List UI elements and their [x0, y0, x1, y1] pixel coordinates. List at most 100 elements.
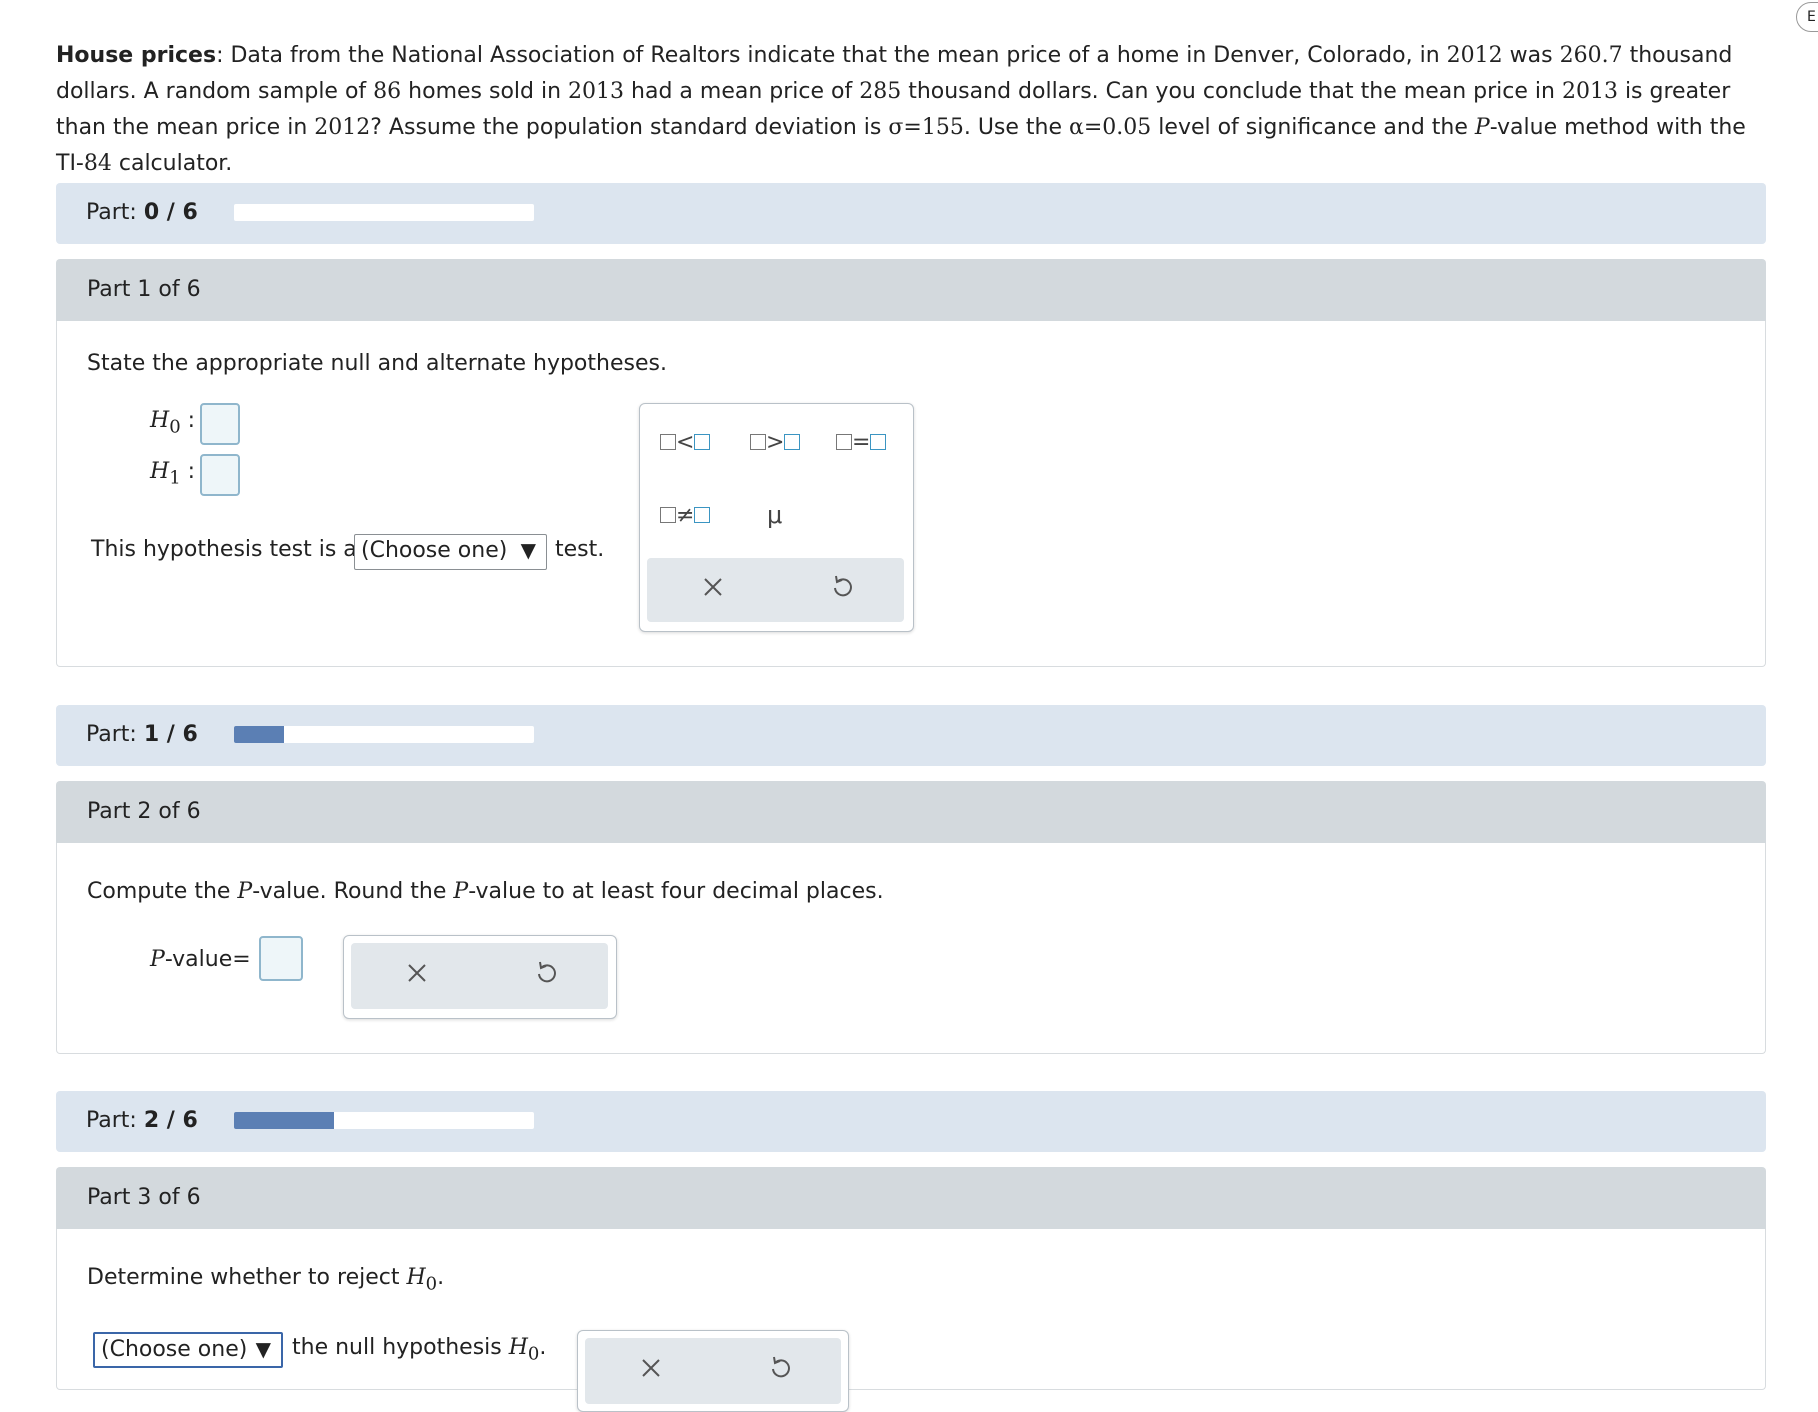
prompt-text: Determine whether to reject [87, 1265, 407, 1290]
prompt-text: -value. Round the [252, 879, 454, 904]
undo-icon[interactable] [822, 570, 862, 610]
palette-toolbar [351, 943, 608, 1009]
p-value-label-text: -value [164, 947, 233, 972]
h-var: H [508, 1335, 528, 1360]
h1-answer-box[interactable] [200, 454, 240, 496]
less-than-button[interactable]: < [660, 430, 711, 455]
progress-track [234, 726, 534, 743]
part-prompt: Determine whether to reject H0. [87, 1265, 444, 1294]
mu-button[interactable]: μ [767, 501, 782, 529]
answer-toolbar [577, 1330, 849, 1412]
greater-than-button[interactable]: > [750, 430, 801, 455]
h0-answer-box[interactable] [200, 403, 240, 445]
problem-value: 86 [373, 79, 402, 104]
not-equal-button[interactable]: ≠ [660, 503, 711, 528]
h-sub: 0 [527, 1343, 540, 1365]
part-header-title: Part 3 of 6 [87, 1185, 201, 1210]
problem-value: 260.7 [1559, 43, 1623, 68]
part-header: Part 3 of 6 [56, 1167, 1766, 1229]
prompt-text: Compute the [87, 879, 238, 904]
problem-year: 2012 [1446, 43, 1503, 68]
progress-label-text: Part: [86, 1108, 137, 1133]
test-prefix: This hypothesis test is a [91, 537, 357, 562]
after-select-text: the null hypothesis [292, 1335, 509, 1360]
reject-decision-select[interactable]: (Choose one) ▼ [93, 1332, 283, 1368]
greater-than-symbol: > [766, 430, 785, 455]
h1-var: H [150, 459, 170, 484]
prompt-end: . [437, 1265, 445, 1290]
symbol-palette: < > = ≠ μ [639, 403, 914, 632]
progress-fill [234, 1112, 334, 1129]
p-var: P [237, 879, 253, 904]
problem-title: House prices [56, 43, 217, 68]
part-header: Part 1 of 6 [56, 259, 1766, 321]
problem-value: 84 [83, 151, 112, 176]
after-end: . [539, 1335, 547, 1360]
equals-button[interactable]: = [836, 430, 887, 455]
progress-track [234, 1112, 534, 1129]
problem-text: homes sold in [401, 79, 569, 104]
part-body: Compute the P-value. Round the P-value t… [56, 843, 1766, 1054]
undo-icon[interactable] [760, 1351, 800, 1391]
less-than-symbol: < [676, 430, 695, 455]
not-equal-symbol: ≠ [676, 503, 695, 528]
part-body: State the appropriate null and alternate… [56, 321, 1766, 667]
problem-value: σ=155 [888, 115, 964, 140]
progress-value: 1 / 6 [143, 722, 198, 747]
test-suffix: test. [555, 537, 605, 562]
equals-symbol: = [852, 430, 871, 455]
progress-label: Part: 1 / 6 [86, 722, 198, 747]
equals-sign: = [232, 947, 251, 972]
prompt-text: -value to at least four decimal places. [468, 879, 884, 904]
progress-bar: Part: 0 / 6 [56, 183, 1766, 244]
close-icon[interactable] [693, 570, 733, 610]
p-value-answer-box[interactable] [259, 936, 303, 981]
reject-decision-select-value: (Choose one) [101, 1337, 248, 1362]
test-type-select[interactable]: (Choose one) ▼ [354, 534, 547, 570]
progress-track [234, 204, 534, 221]
problem-year: 2013 [568, 79, 625, 104]
h-var: H [406, 1265, 426, 1290]
problem-text: had a mean price of [624, 79, 860, 104]
undo-icon[interactable] [526, 956, 566, 996]
problem-statement: House prices: Data from the National Ass… [56, 38, 1766, 182]
progress-bar: Part: 1 / 6 [56, 705, 1766, 766]
progress-value: 2 / 6 [143, 1108, 198, 1133]
problem-text: thousand dollars. Can you conclude that … [901, 79, 1562, 104]
progress-value: 0 / 6 [143, 200, 198, 225]
progress-fill [234, 726, 284, 743]
h-sub: 0 [425, 1273, 438, 1295]
problem-year: 2013 [1561, 79, 1618, 104]
edge-button[interactable]: E [1796, 2, 1818, 32]
close-icon[interactable] [631, 1351, 671, 1391]
part-header-title: Part 2 of 6 [87, 799, 201, 824]
p-var: P [150, 947, 165, 972]
progress-label-text: Part: [86, 200, 137, 225]
part-prompt: State the appropriate null and alternate… [87, 351, 667, 376]
palette-toolbar [585, 1338, 841, 1404]
problem-text: calculator. [111, 151, 233, 176]
null-hypothesis-text: the null hypothesis H0. [292, 1335, 546, 1364]
problem-text: . Use the [963, 115, 1070, 140]
part-prompt: Compute the P-value. Round the P-value t… [87, 879, 884, 904]
part-header-title: Part 1 of 6 [87, 277, 201, 302]
problem-text: level of significance and the [1151, 115, 1475, 140]
h1-sub: 1 [169, 467, 181, 489]
h1-label: H1 : [150, 459, 196, 489]
problem-value: 285 [859, 79, 902, 104]
test-type-select-value: (Choose one) [361, 538, 508, 563]
part-header: Part 2 of 6 [56, 781, 1766, 843]
progress-label-text: Part: [86, 722, 137, 747]
part-body: Determine whether to reject H0. (Choose … [56, 1229, 1766, 1412]
answer-toolbar [343, 935, 617, 1019]
problem-text: ? Assume the population standard deviati… [370, 115, 889, 140]
problem-year: 2012 [314, 115, 371, 140]
problem-var: P [1474, 115, 1490, 140]
progress-label: Part: 2 / 6 [86, 1108, 198, 1133]
dropdown-arrow-icon: ▼ [255, 1337, 271, 1361]
dropdown-arrow-icon: ▼ [520, 538, 536, 562]
problem-text: : Data from the National Association of … [216, 43, 1447, 68]
h0-sub: 0 [169, 416, 181, 438]
h0-label: H0 : [150, 408, 196, 438]
close-icon[interactable] [397, 956, 437, 996]
